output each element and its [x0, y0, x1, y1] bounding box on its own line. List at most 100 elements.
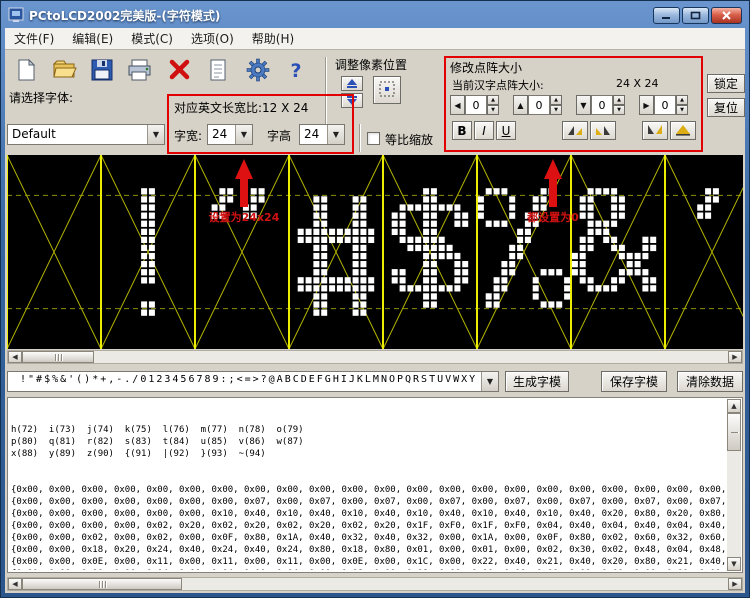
rotate-left-button[interactable]: [562, 121, 588, 140]
minimize-button[interactable]: [653, 7, 680, 24]
new-button[interactable]: [9, 55, 43, 87]
italic-button[interactable]: I: [474, 121, 494, 140]
rotate-left-icon: [566, 123, 584, 139]
flip-vertical-button[interactable]: [670, 121, 696, 140]
print-button[interactable]: [123, 55, 157, 87]
pixel-up-button[interactable]: [341, 76, 363, 91]
chevron-down-icon[interactable]: ▼: [235, 125, 252, 144]
stepper: ▲▼: [550, 95, 562, 115]
open-button[interactable]: [47, 55, 81, 87]
step-up-icon[interactable]: ▲: [613, 95, 625, 105]
lcd-canvas[interactable]: 设置为24x24都设置为0: [7, 155, 743, 349]
menu-item-options[interactable]: 选项(O): [182, 28, 243, 50]
matrix-size-panel: 修改点阵大小 当前汉字点阵大小: 24 X 24 ◀0▲▼▲0▲▼▼0▲▼▶0▲…: [444, 56, 703, 152]
help-icon: ?: [290, 60, 301, 82]
left-arrow-icon[interactable]: ◀: [450, 95, 465, 115]
bold-button[interactable]: B: [452, 121, 472, 140]
underline-button[interactable]: U: [496, 121, 516, 140]
help-button[interactable]: ?: [279, 55, 313, 87]
menu-item-file[interactable]: 文件(F): [5, 28, 63, 50]
step-up-icon[interactable]: ▲: [487, 95, 499, 105]
step-down-icon[interactable]: ▼: [487, 105, 499, 115]
hex-line: {0x00, 0x00, 0x00, 0x00, 0x02, 0x20, 0x0…: [11, 520, 725, 532]
flip-horizontal-button[interactable]: [642, 121, 668, 140]
save-font-button[interactable]: 保存字模: [601, 371, 667, 392]
step-up-icon[interactable]: ▲: [676, 95, 688, 105]
scroll-down-icon[interactable]: ▼: [727, 557, 741, 571]
char-height-select[interactable]: 24 ▼: [299, 124, 345, 145]
font-select[interactable]: Default ▼: [7, 124, 165, 145]
scale-checkbox-label: 等比缩放: [385, 131, 433, 148]
chevron-down-icon[interactable]: ▼: [147, 125, 164, 144]
output-hscroll-thumb[interactable]: [22, 578, 182, 590]
pixel-adjust-label: 调整像素位置: [335, 56, 407, 73]
char-list-value: !"#$%&'()*+,-./0123456789:;<=>?@ABCDEFGH…: [8, 372, 481, 391]
right-arrow-icon[interactable]: ▶: [639, 95, 654, 115]
lock-button[interactable]: 锁定: [707, 74, 745, 93]
chevron-down-icon[interactable]: ▼: [481, 372, 498, 391]
matrix-offset-field-down[interactable]: 0: [591, 95, 613, 115]
menubar: 文件(F)编辑(E)模式(C)选项(O)帮助(H): [5, 28, 745, 50]
app-icon: [8, 7, 24, 23]
char-height-value: 24: [300, 125, 327, 144]
choose-font-label: 请选择字体:: [9, 89, 73, 106]
matrix-spinner-left: ◀0▲▼: [450, 95, 499, 115]
gear-icon: [246, 58, 270, 85]
scale-checkbox[interactable]: [367, 132, 380, 145]
menu-item-edit[interactable]: 编辑(E): [63, 28, 122, 50]
output-text: h(72) i(73) j(74) k(75) l(76) m(77) n(78…: [11, 400, 725, 570]
settings-button[interactable]: [241, 55, 275, 87]
step-down-icon[interactable]: ▼: [613, 105, 625, 115]
scroll-right-icon[interactable]: ▶: [728, 351, 742, 363]
char-width-select[interactable]: 24 ▼: [207, 124, 253, 145]
matrix-spinner-right: ▶0▲▼: [639, 95, 688, 115]
delete-button[interactable]: [163, 55, 197, 87]
step-up-icon[interactable]: ▲: [550, 95, 562, 105]
char-width-label: 字宽:: [174, 127, 202, 144]
font-select-value: Default: [8, 125, 147, 144]
hex-line: {0x00, 0x00, 0x00, 0x00, 0x04, 0x00, 0x0…: [11, 568, 725, 570]
scroll-left-icon[interactable]: ◀: [8, 351, 22, 363]
current-matrix-value: 24 X 24: [616, 77, 659, 90]
scroll-up-icon[interactable]: ▲: [727, 399, 741, 413]
matrix-offset-field-up[interactable]: 0: [528, 95, 550, 115]
header-line: p(80) q(81) r(82) s(83) t(84) u(85) v(86…: [11, 436, 725, 448]
generate-font-button[interactable]: 生成字模: [505, 371, 569, 392]
pixel-center-button[interactable]: [373, 76, 401, 104]
client-area: 文件(F)编辑(E)模式(C)选项(O)帮助(H) ? 调整像素位置 修改点阵大…: [5, 28, 745, 593]
close-button[interactable]: [711, 7, 742, 24]
canvas-hscroll-thumb[interactable]: [22, 351, 94, 363]
scroll-left-icon[interactable]: ◀: [8, 578, 22, 590]
reset-button[interactable]: 复位: [707, 98, 745, 117]
up-arrow-icon[interactable]: ▲: [513, 95, 528, 115]
char-list-select[interactable]: !"#$%&'()*+,-./0123456789:;<=>?@ABCDEFGH…: [7, 371, 499, 392]
document-button[interactable]: [201, 55, 235, 87]
down-arrow-icon[interactable]: ▼: [576, 95, 591, 115]
clear-data-button[interactable]: 清除数据: [677, 371, 743, 392]
maximize-button[interactable]: [682, 7, 709, 24]
char-width-value: 24: [208, 125, 235, 144]
window-controls: [653, 7, 742, 24]
dashed-box-icon: [378, 80, 396, 101]
matrix-offset-field-left[interactable]: 0: [465, 95, 487, 115]
menu-item-mode[interactable]: 模式(C): [122, 28, 182, 50]
red-x-icon: [167, 58, 193, 85]
char-size-panel: 对应英文长宽比:12 X 24 字宽: 24 ▼ 字高 24 ▼: [167, 94, 354, 154]
menu-item-help[interactable]: 帮助(H): [243, 28, 303, 50]
rotate-right-icon: [594, 123, 612, 139]
output-vscroll-thumb[interactable]: [727, 413, 741, 451]
titlebar: PCtoLCD2002完美版-(字符模式): [4, 3, 746, 27]
hex-lines: {0x00, 0x00, 0x00, 0x00, 0x00, 0x00, 0x0…: [11, 484, 725, 570]
chevron-down-icon[interactable]: ▼: [327, 125, 344, 144]
new-document-icon: [15, 58, 37, 85]
stepper: ▲▼: [487, 95, 499, 115]
save-floppy-icon: [90, 58, 114, 85]
output-hscrollbar: ◀ ▶: [7, 577, 743, 591]
rotate-right-button[interactable]: [590, 121, 616, 140]
step-down-icon[interactable]: ▼: [550, 105, 562, 115]
scroll-right-icon[interactable]: ▶: [728, 578, 742, 590]
output-area[interactable]: h(72) i(73) j(74) k(75) l(76) m(77) n(78…: [7, 397, 743, 573]
matrix-offset-field-right[interactable]: 0: [654, 95, 676, 115]
save-button[interactable]: [85, 55, 119, 87]
step-down-icon[interactable]: ▼: [676, 105, 688, 115]
